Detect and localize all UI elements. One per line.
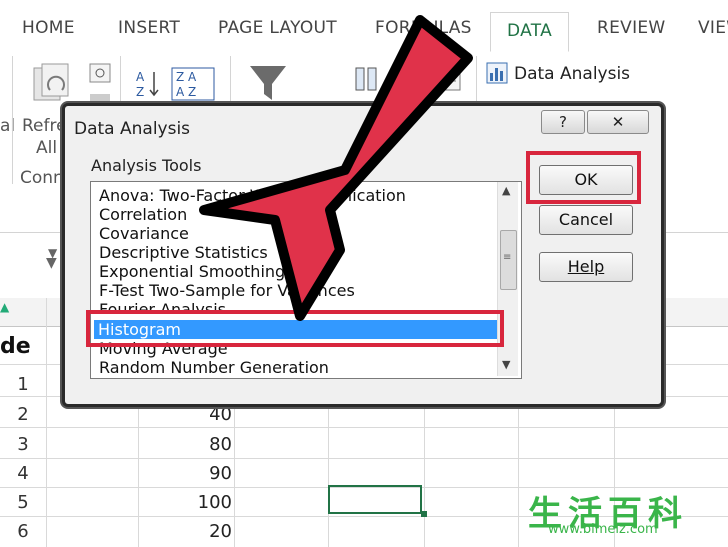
watermark-url: www.bimeiz.com bbox=[548, 522, 658, 537]
pointer-arrow-icon bbox=[199, 15, 473, 321]
